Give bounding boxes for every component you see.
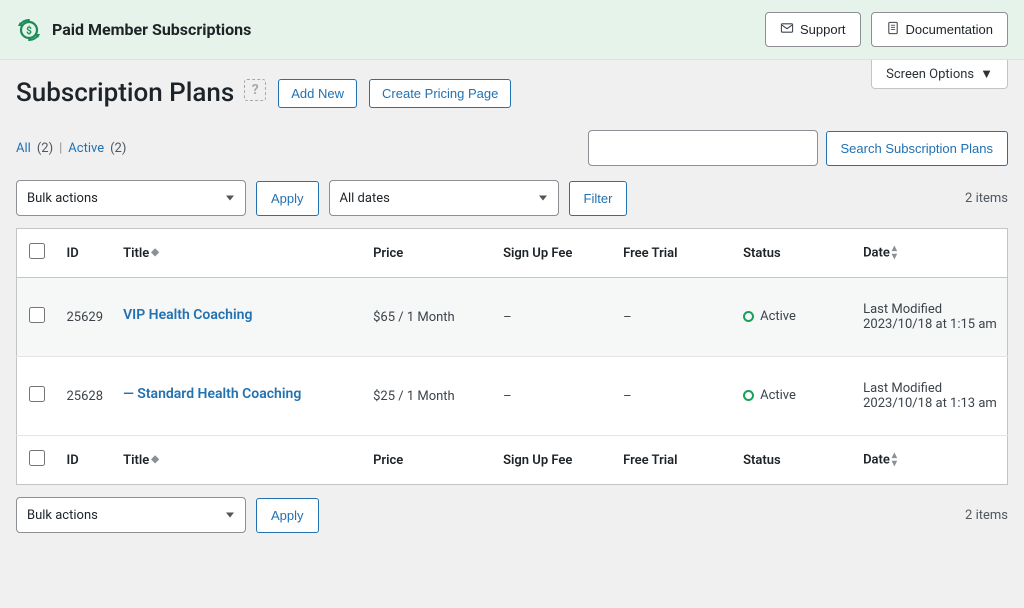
search-button[interactable]: Search Subscription Plans xyxy=(826,131,1008,166)
row-id: 25628 xyxy=(57,357,114,436)
filter-active[interactable]: Active xyxy=(68,141,104,156)
sort-desc-icon: ▴▾ xyxy=(892,245,897,261)
select-all-bottom[interactable] xyxy=(29,450,45,466)
row-signup: – xyxy=(493,278,613,357)
col-date[interactable]: Date▴▾ xyxy=(853,229,1007,278)
row-date-value: 2023/10/18 at 1:13 am xyxy=(863,396,997,411)
filter-all[interactable]: All xyxy=(16,141,31,156)
view-filters: All (2) | Active (2) xyxy=(16,141,126,156)
sort-desc-icon: ▴▾ xyxy=(892,452,897,468)
bulk-actions-select[interactable]: Bulk actions xyxy=(16,180,246,216)
col-status: Status xyxy=(733,229,853,278)
row-trial: – xyxy=(613,357,733,436)
col-trial: Free Trial xyxy=(613,229,733,278)
row-checkbox[interactable] xyxy=(29,386,45,402)
filter-button[interactable]: Filter xyxy=(569,181,628,216)
col-title[interactable]: Title◆ xyxy=(113,229,363,278)
screen-options-toggle[interactable]: Screen Options ▼ xyxy=(871,60,1008,89)
apply-button-top[interactable]: Apply xyxy=(256,181,319,216)
row-price: $25 / 1 Month xyxy=(363,357,493,436)
support-button[interactable]: Support xyxy=(765,12,861,47)
table-row: 25628 — Standard Health Coaching $25 / 1 M… xyxy=(17,357,1008,436)
bulk-actions-select-bottom[interactable]: Bulk actions xyxy=(16,497,246,533)
col-date-foot[interactable]: Date▴▾ xyxy=(853,436,1007,485)
row-date-value: 2023/10/18 at 1:15 am xyxy=(863,317,997,332)
row-signup: – xyxy=(493,357,613,436)
documentation-button[interactable]: Documentation xyxy=(871,12,1008,47)
row-trial: – xyxy=(613,278,733,357)
col-trial-foot: Free Trial xyxy=(613,436,733,485)
add-new-button[interactable]: Add New xyxy=(278,79,357,108)
document-icon xyxy=(886,21,900,38)
brand-logo-icon: $ xyxy=(16,17,42,43)
svg-text:$: $ xyxy=(26,24,32,37)
table-row: 25629VIP Health Coaching$65 / 1 Month––A… xyxy=(17,278,1008,357)
row-date-label: Last Modified xyxy=(863,381,997,396)
sort-icon: ◆ xyxy=(151,456,159,464)
chevron-down-icon: ▼ xyxy=(980,66,993,82)
page-title: Subscription Plans xyxy=(16,78,234,108)
col-price-foot: Price xyxy=(363,436,493,485)
row-status: Active xyxy=(743,388,796,403)
col-price: Price xyxy=(363,229,493,278)
col-title-foot[interactable]: Title◆ xyxy=(113,436,363,485)
apply-button-bottom[interactable]: Apply xyxy=(256,498,319,533)
select-all-top[interactable] xyxy=(29,243,45,259)
row-title-link[interactable]: VIP Health Coaching xyxy=(123,307,252,323)
mail-icon xyxy=(780,21,794,38)
status-dot-icon xyxy=(743,390,754,401)
brand-title: Paid Member Subscriptions xyxy=(52,20,251,39)
col-id: ID xyxy=(57,229,114,278)
filter-all-count: (2) xyxy=(37,141,53,156)
row-checkbox[interactable] xyxy=(29,307,45,323)
help-icon[interactable]: ? xyxy=(244,79,266,101)
items-count-bottom: 2 items xyxy=(965,508,1008,523)
row-price: $65 / 1 Month xyxy=(363,278,493,357)
row-title-link[interactable]: — Standard Health Coaching xyxy=(123,386,301,402)
row-date-label: Last Modified xyxy=(863,302,997,317)
col-id-foot: ID xyxy=(57,436,114,485)
status-dot-icon xyxy=(743,311,754,322)
row-id: 25629 xyxy=(57,278,114,357)
plans-table: ID Title◆ Price Sign Up Fee Free Trial S… xyxy=(16,228,1008,485)
col-signup-foot: Sign Up Fee xyxy=(493,436,613,485)
dates-filter-select[interactable]: All dates xyxy=(329,180,559,216)
filter-active-count: (2) xyxy=(110,141,126,156)
col-signup: Sign Up Fee xyxy=(493,229,613,278)
search-input[interactable] xyxy=(588,130,818,166)
create-pricing-page-button[interactable]: Create Pricing Page xyxy=(369,79,511,108)
sort-icon: ◆ xyxy=(151,249,159,257)
items-count-top: 2 items xyxy=(965,191,1008,206)
col-status-foot: Status xyxy=(733,436,853,485)
row-status: Active xyxy=(743,309,796,324)
